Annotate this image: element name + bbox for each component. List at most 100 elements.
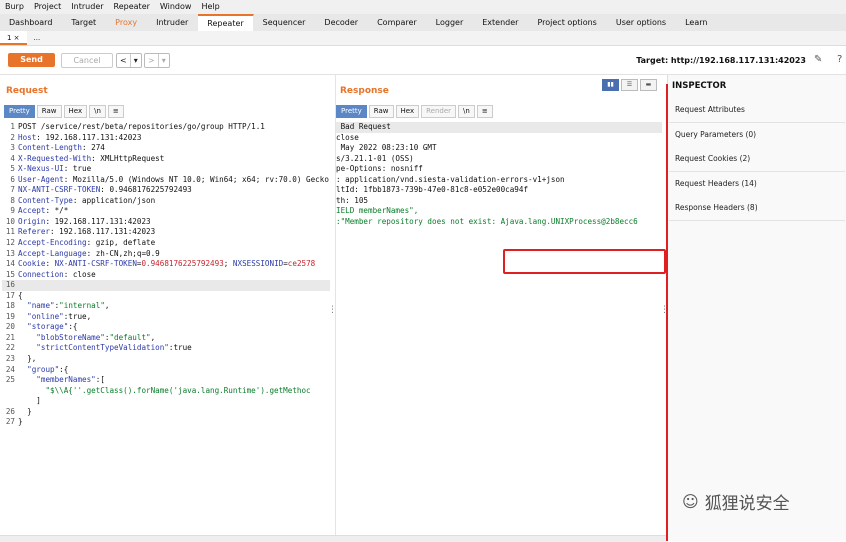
line-number: 13 xyxy=(5,248,15,258)
inspector-item-0[interactable]: Request Attributes xyxy=(669,98,845,123)
menu-bar: Burp Project Intruder Repeater Window Help xyxy=(0,0,846,14)
layout-toggle[interactable]: ▮▮ ☰ ▬ xyxy=(602,79,657,91)
code-token: s/3.21.1-01 (OSS) xyxy=(336,153,414,163)
menu-project[interactable]: Project xyxy=(29,0,66,14)
code-token: User-Agent xyxy=(18,174,64,184)
response-tab-4[interactable]: \n xyxy=(458,105,475,118)
forward-nav-group[interactable]: > ▾ xyxy=(144,53,170,68)
layout-side-by-side-icon[interactable]: ▮▮ xyxy=(602,79,619,91)
response-line: s/3.21.1-01 (OSS) xyxy=(336,154,662,165)
line-number: 21 xyxy=(5,332,15,342)
code-token: "online" xyxy=(27,311,64,321)
layout-stacked-icon[interactable]: ☰ xyxy=(621,79,638,91)
code-token: :{ xyxy=(68,322,78,332)
back-button[interactable]: < xyxy=(117,54,130,67)
request-tab-1[interactable]: Raw xyxy=(36,105,62,118)
subtab-new[interactable]: ... xyxy=(27,31,48,45)
request-line: 22 "strictContentTypeValidation":true xyxy=(2,343,330,354)
menu-window[interactable]: Window xyxy=(155,0,197,14)
request-line: 9 Accept: */* xyxy=(2,206,330,217)
code-token: :{ xyxy=(59,364,69,374)
code-token: Cookie xyxy=(18,259,46,269)
code-token: NXSESSIONID xyxy=(232,259,284,269)
code-token: May 2022 08:23:10 GMT xyxy=(336,143,437,153)
code-token: } xyxy=(18,417,23,427)
layout-tabs-icon[interactable]: ▬ xyxy=(640,79,657,91)
inspector-item-3[interactable]: Request Headers (14) xyxy=(669,171,845,197)
code-token: Accept-Encoding xyxy=(18,238,87,248)
line-number: 10 xyxy=(5,216,15,226)
repeater-toolbar: Send Cancel < ▾ > ▾ Target: http://192.1… xyxy=(0,46,846,75)
tab-repeater[interactable]: Repeater xyxy=(198,14,254,31)
response-tab-2[interactable]: Hex xyxy=(395,105,420,118)
tab-target[interactable]: Target xyxy=(62,14,107,31)
request-line: ] xyxy=(2,396,330,407)
menu-repeater[interactable]: Repeater xyxy=(109,0,155,14)
tab-sequencer[interactable]: Sequencer xyxy=(254,14,316,31)
code-token: "storage" xyxy=(27,322,69,332)
response-view-tabs: Pretty Raw Hex Render \n ≡ xyxy=(336,105,493,118)
line-number: 11 xyxy=(5,227,15,237)
response-tab-5[interactable]: ≡ xyxy=(476,105,493,118)
response-viewer[interactable]: Bad Request close May 2022 08:23:10 GMT s/… xyxy=(336,122,662,227)
request-editor[interactable]: 1 POST /service/rest/beta/repositories/go… xyxy=(2,122,330,428)
tab-user-options[interactable]: User options xyxy=(607,14,677,31)
request-line: 24 "group":{ xyxy=(2,365,330,376)
request-line: 19 "online":true, xyxy=(2,312,330,323)
request-tab-0[interactable]: Pretty xyxy=(4,105,35,118)
inspector-item-1[interactable]: Query Parameters (0) xyxy=(669,122,845,148)
inspector-item-4[interactable]: Response Headers (8) xyxy=(669,196,845,221)
request-tab-4[interactable]: ≡ xyxy=(107,105,124,118)
send-button[interactable]: Send xyxy=(8,53,55,67)
response-tab-0[interactable]: Pretty xyxy=(336,105,367,118)
subtab-1[interactable]: 1 × xyxy=(0,31,27,45)
tab-proxy[interactable]: Proxy xyxy=(106,14,148,31)
tab-extender[interactable]: Extender xyxy=(473,14,529,31)
menu-intruder[interactable]: Intruder xyxy=(66,0,108,14)
line-number: 12 xyxy=(5,238,15,248)
tab-dashboard[interactable]: Dashboard xyxy=(0,14,63,31)
code-token: , xyxy=(150,332,156,342)
line-number: 23 xyxy=(5,354,15,364)
forward-button[interactable]: > xyxy=(145,54,158,67)
line-number: 5 xyxy=(10,164,15,174)
line-number: 20 xyxy=(5,322,15,332)
request-line: 5 X-Nexus-UI: true xyxy=(2,164,330,175)
cancel-button[interactable]: Cancel xyxy=(61,53,113,68)
edit-target-icon[interactable]: ✎ xyxy=(814,54,822,65)
tab-logger[interactable]: Logger xyxy=(427,14,474,31)
back-nav-group[interactable]: < ▾ xyxy=(116,53,142,68)
menu-burp[interactable]: Burp xyxy=(0,0,29,14)
tab-decoder[interactable]: Decoder xyxy=(315,14,369,31)
inspector-item-2[interactable]: Request Cookies (2) xyxy=(669,147,845,172)
code-token: { xyxy=(18,290,23,300)
line-number: 25 xyxy=(5,375,15,385)
code-token: ce2578 xyxy=(287,259,316,269)
code-token: :true xyxy=(168,343,192,353)
tab-project-options[interactable]: Project options xyxy=(528,14,607,31)
tab-intruder[interactable]: Intruder xyxy=(147,14,199,31)
response-tab-3[interactable]: Render xyxy=(421,105,457,118)
tab-comparer[interactable]: Comparer xyxy=(368,14,427,31)
code-token: POST /service/rest/beta/repositories/go/… xyxy=(18,122,265,131)
forward-menu-icon[interactable]: ▾ xyxy=(157,54,169,67)
line-number: 24 xyxy=(5,364,15,374)
code-token: Accept xyxy=(18,206,46,216)
response-tab-1[interactable]: Raw xyxy=(368,105,394,118)
request-tab-2[interactable]: Hex xyxy=(63,105,88,118)
code-token: X-Requested-With xyxy=(18,153,92,163)
request-line: 2 Host: 192.168.117.131:42023 xyxy=(2,133,330,144)
wechat-icon: ☺ xyxy=(682,492,699,511)
request-tab-3[interactable]: \n xyxy=(89,105,106,118)
help-icon[interactable]: ? xyxy=(837,54,842,65)
response-line: th: 105 xyxy=(336,196,662,207)
request-line: 1 POST /service/rest/beta/repositories/go… xyxy=(2,122,330,133)
back-menu-icon[interactable]: ▾ xyxy=(129,54,141,67)
line-number: 27 xyxy=(5,417,15,427)
menu-help[interactable]: Help xyxy=(196,0,224,14)
tab-learn[interactable]: Learn xyxy=(676,14,718,31)
